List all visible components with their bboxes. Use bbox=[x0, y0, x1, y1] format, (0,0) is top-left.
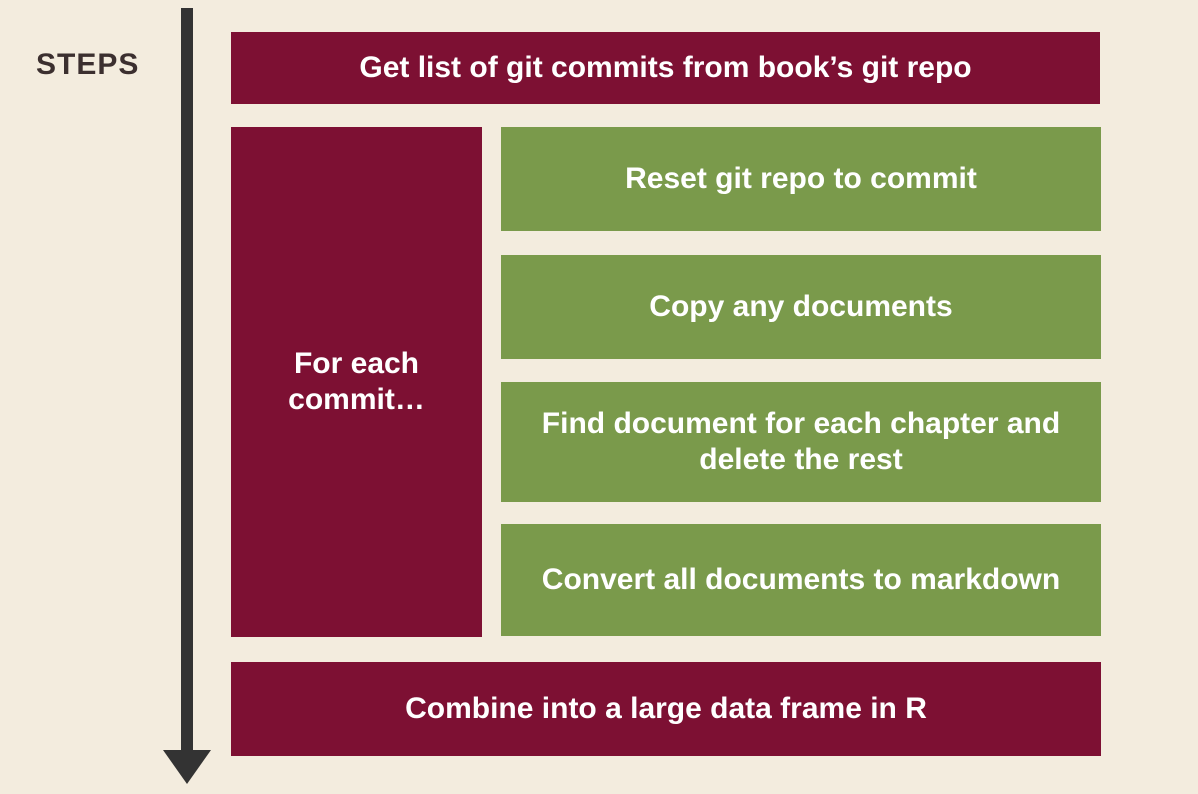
flow-arrow-shaft bbox=[181, 8, 193, 758]
substep-box-copy-docs: Copy any documents bbox=[501, 255, 1101, 359]
diagram-canvas: STEPS Get list of git commits from book’… bbox=[0, 0, 1198, 794]
loop-label: For each commit… bbox=[255, 346, 458, 418]
step-box-combine-dataframe: Combine into a large data frame in R bbox=[231, 662, 1101, 756]
substep-box-find-chapter-docs: Find document for each chapter and delet… bbox=[501, 382, 1101, 502]
substep-label: Copy any documents bbox=[649, 289, 952, 325]
step-label: Get list of git commits from book’s git … bbox=[359, 50, 971, 86]
substep-box-convert-markdown: Convert all documents to markdown bbox=[501, 524, 1101, 636]
step-box-get-commits: Get list of git commits from book’s git … bbox=[231, 32, 1100, 104]
substep-label: Convert all documents to markdown bbox=[542, 562, 1060, 598]
flow-arrow-head-icon bbox=[163, 750, 211, 784]
substep-box-reset-repo: Reset git repo to commit bbox=[501, 127, 1101, 231]
step-label: Combine into a large data frame in R bbox=[405, 691, 927, 727]
loop-box-for-each-commit: For each commit… bbox=[231, 127, 482, 637]
section-label-steps: STEPS bbox=[36, 48, 139, 82]
substep-label: Reset git repo to commit bbox=[625, 161, 977, 197]
substep-label: Find document for each chapter and delet… bbox=[525, 406, 1077, 478]
